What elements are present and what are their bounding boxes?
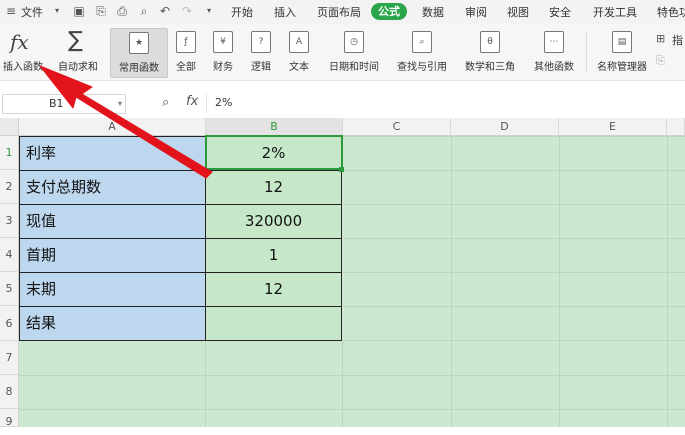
finance-label: 财务	[213, 62, 233, 73]
common-functions-button[interactable]: ★ 常用函数	[110, 28, 168, 78]
cell-a6[interactable]: 结果	[19, 306, 206, 341]
name-manager-label: 名称管理器	[597, 62, 647, 73]
tab-home[interactable]: 开始	[231, 4, 253, 20]
cell-b2[interactable]: 12	[205, 170, 342, 205]
tab-data[interactable]: 数据	[422, 4, 444, 20]
column-header-a[interactable]: A	[19, 118, 206, 136]
fill-handle[interactable]	[339, 167, 344, 172]
column-header-c[interactable]: C	[343, 118, 451, 136]
other-functions-button[interactable]: ⋯ 其他函数	[526, 28, 582, 76]
row-header-1[interactable]: 1	[0, 136, 19, 170]
tab-formula[interactable]: 公式	[371, 3, 407, 20]
print-icon[interactable]: ⎙	[115, 4, 129, 18]
yen-icon: ¥	[213, 31, 233, 53]
name-box-value: B1	[49, 97, 64, 110]
formula-input[interactable]: 2%	[206, 93, 685, 113]
tab-developer[interactable]: 开发工具	[593, 4, 637, 20]
common-functions-icon: ★	[129, 32, 149, 54]
common-functions-label: 常用函数	[119, 63, 159, 74]
row-header-6[interactable]: 6	[0, 306, 19, 341]
ribbon: fx 插入函数 ∑ 自动求和 ★ 常用函数 ƒ 全部 ¥ 财务 ? 逻辑 A 文…	[0, 24, 685, 81]
sigma-icon: ∑	[68, 28, 83, 53]
datetime-button[interactable]: ◷ 日期和时间	[322, 28, 386, 76]
math-icon: θ	[480, 31, 500, 53]
cell-a2[interactable]: 支付总期数	[19, 170, 206, 205]
formula-bar: B1 ▾ ⌕ fx 2%	[0, 88, 685, 118]
export-icon[interactable]: ⎘	[94, 4, 108, 18]
tab-features[interactable]: 特色功	[657, 4, 685, 20]
row-header-9[interactable]: 9	[0, 409, 19, 428]
clock-icon: ◷	[344, 31, 364, 53]
cell-a5[interactable]: 末期	[19, 272, 206, 307]
math-label: 数学和三角	[465, 62, 515, 73]
insert-function-label: 插入函数	[3, 62, 43, 73]
name-manager-icon: ▤	[612, 31, 632, 53]
row-header-2[interactable]: 2	[0, 170, 19, 204]
customize-icon[interactable]: ▾	[202, 4, 216, 18]
insert-function-button[interactable]: fx 插入函数	[0, 28, 46, 76]
finance-button[interactable]: ¥ 财务	[206, 28, 240, 76]
cell-a4[interactable]: 首期	[19, 238, 206, 273]
column-header-b[interactable]: B	[206, 118, 343, 136]
row-header-5[interactable]: 5	[0, 272, 19, 306]
lookup-icon: ⌕	[412, 31, 432, 53]
redo-icon[interactable]: ↷	[180, 4, 194, 18]
define-name-icon[interactable]: ⊞	[656, 32, 665, 45]
other-functions-icon: ⋯	[544, 31, 564, 53]
hamburger-icon[interactable]: ≡	[4, 4, 18, 18]
datetime-label: 日期和时间	[329, 62, 379, 73]
text-a-icon: A	[289, 31, 309, 53]
tab-security[interactable]: 安全	[549, 4, 571, 20]
question-icon: ?	[251, 31, 271, 53]
print-preview-icon[interactable]: ⌕	[137, 4, 151, 18]
define-name-label[interactable]: 指	[672, 32, 683, 48]
chevron-down-icon[interactable]: ▾	[50, 4, 64, 18]
all-functions-icon: ƒ	[176, 31, 196, 53]
undo-icon[interactable]: ↶	[158, 4, 172, 18]
all-functions-label: 全部	[176, 62, 196, 73]
select-all-corner[interactable]	[0, 118, 19, 136]
cell-a3[interactable]: 现值	[19, 204, 206, 239]
column-header-e[interactable]: E	[559, 118, 667, 136]
logic-button[interactable]: ? 逻辑	[244, 28, 278, 76]
all-functions-button[interactable]: ƒ 全部	[170, 28, 202, 76]
row-header-4[interactable]: 4	[0, 238, 19, 272]
paste-name-icon[interactable]: ⎘	[656, 54, 665, 68]
active-cell-selection	[205, 135, 343, 170]
spreadsheet-grid[interactable]: A B C D E 1 2 3 4 5 6 7 8 9 利率 2% 支付总期数 …	[0, 118, 685, 428]
column-header-d[interactable]: D	[451, 118, 559, 136]
lookup-button[interactable]: ⌕ 查找与引用	[390, 28, 454, 76]
cell-b3[interactable]: 320000	[205, 204, 342, 239]
text-label: 文本	[289, 62, 309, 73]
chevron-down-icon[interactable]: ▾	[118, 95, 122, 113]
math-button[interactable]: θ 数学和三角	[458, 28, 522, 76]
tab-review[interactable]: 审阅	[465, 4, 487, 20]
cell-b6[interactable]	[205, 306, 342, 341]
tab-insert[interactable]: 插入	[274, 4, 296, 20]
zoom-search-icon[interactable]: ⌕	[162, 95, 169, 110]
other-functions-label: 其他函数	[534, 62, 574, 73]
tab-page-layout[interactable]: 页面布局	[317, 4, 361, 20]
row-header-7[interactable]: 7	[0, 341, 19, 375]
lookup-label: 查找与引用	[397, 62, 447, 73]
name-box[interactable]: B1 ▾	[2, 94, 126, 114]
fx-icon: fx	[10, 30, 29, 54]
text-button[interactable]: A 文本	[282, 28, 316, 76]
cell-b4[interactable]: 1	[205, 238, 342, 273]
row-header-8[interactable]: 8	[0, 375, 19, 409]
name-manager-button[interactable]: ▤ 名称管理器	[594, 28, 650, 76]
autosum-label: 自动求和	[58, 62, 98, 73]
fx-label[interactable]: fx	[186, 94, 198, 109]
logic-label: 逻辑	[251, 62, 271, 73]
cell-b5[interactable]: 12	[205, 272, 342, 307]
save-icon[interactable]: ▣	[72, 4, 86, 18]
cell-a1[interactable]: 利率	[19, 136, 206, 171]
tab-view[interactable]: 视图	[507, 4, 529, 20]
ribbon-divider	[586, 32, 587, 72]
row-header-3[interactable]: 3	[0, 204, 19, 238]
file-menu[interactable]: 文件	[21, 4, 43, 20]
column-header-f[interactable]	[667, 118, 685, 136]
autosum-button[interactable]: ∑ 自动求和	[52, 28, 104, 76]
menu-bar: ≡ 文件 ▾ ▣ ⎘ ⎙ ⌕ ↶ ↷ ▾ 开始 插入 页面布局 公式 数据 审阅…	[0, 0, 685, 24]
